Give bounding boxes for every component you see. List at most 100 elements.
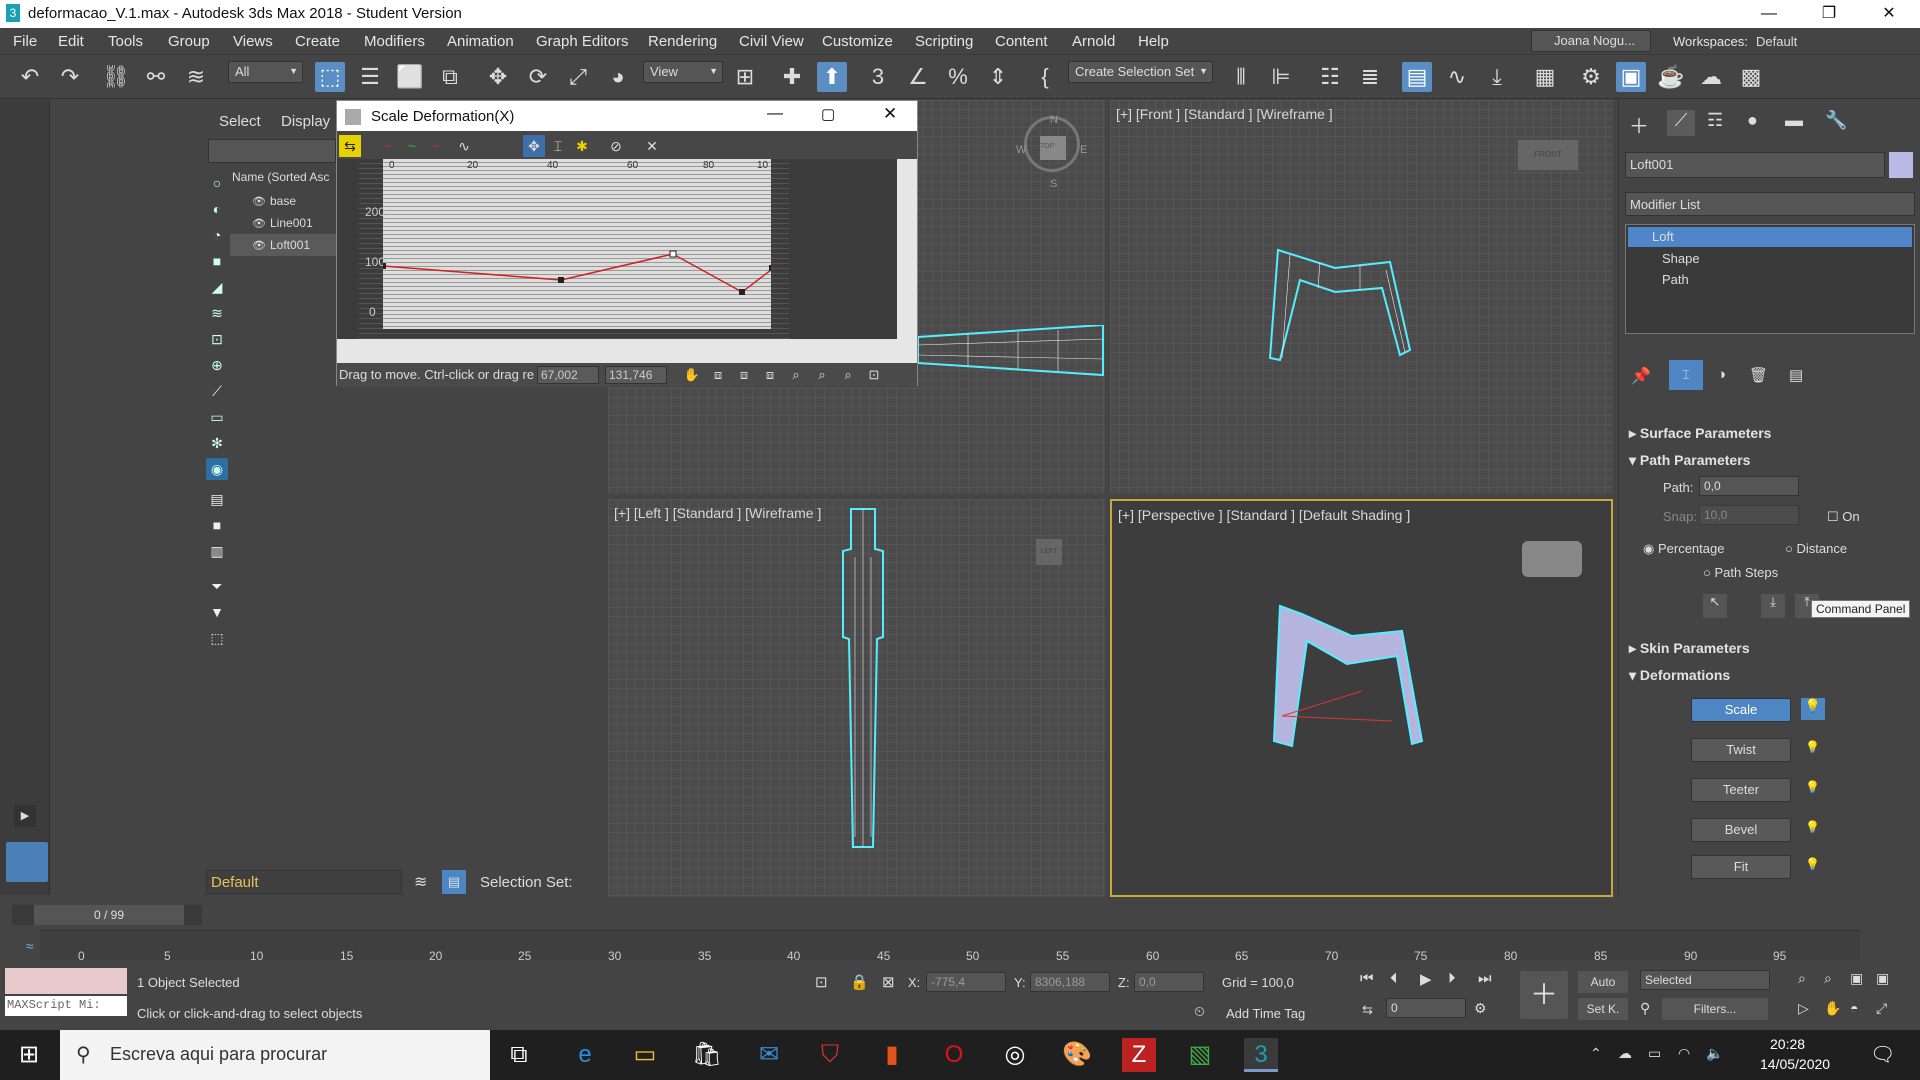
view-cube-front[interactable]: FRONT [1518, 140, 1578, 170]
time-tag-icon[interactable]: ⏲ [1194, 1003, 1205, 1020]
maxscript-mini-listener[interactable]: MAXScript Mi: [5, 996, 127, 1016]
x-coordinate-field[interactable]: -775,4 [926, 972, 1006, 992]
go-to-start-icon[interactable]: ⏮ [1360, 970, 1374, 987]
surface-parameters-rollout[interactable]: ▸ Surface Parameters [1629, 425, 1771, 442]
image-viewer-icon[interactable]: ▧ [1183, 1038, 1217, 1072]
menu-rendering[interactable]: Rendering [648, 33, 717, 50]
display-xy-axes-icon[interactable]: ~ [425, 135, 447, 157]
menu-file[interactable]: File [13, 33, 37, 50]
bevel-deform-button[interactable]: Bevel [1691, 818, 1791, 842]
key-mode-icon[interactable]: ⇆ [1362, 1002, 1373, 1018]
path-steps-radio[interactable]: ○ Path Steps [1703, 565, 1778, 580]
display-none-icon[interactable]: ○ [206, 172, 228, 194]
chrome-icon[interactable]: ◎ [998, 1038, 1032, 1072]
motion-tab-icon[interactable]: ● [1747, 110, 1758, 131]
next-frame-icon[interactable]: ⏵ [1448, 970, 1456, 987]
frame-counter[interactable]: 0 / 99 [34, 905, 184, 925]
keyboard-shortcut-override-icon[interactable]: ⬆ [817, 62, 847, 92]
display-xrefs-icon[interactable]: ✻ [206, 432, 228, 454]
zoom-all-icon[interactable]: ⌕ [1824, 970, 1832, 987]
modify-tab-icon[interactable]: ⟋ [1667, 110, 1695, 136]
skin-parameters-rollout[interactable]: ▸ Skin Parameters [1629, 640, 1750, 657]
dialog-maximize-button[interactable]: ▢ [821, 105, 835, 123]
menu-arnold[interactable]: Arnold [1072, 33, 1115, 50]
tray-volume-icon[interactable]: 🔈 [1706, 1045, 1723, 1062]
funnel-icon[interactable]: ⏷ [206, 575, 228, 597]
spinner-snap-icon[interactable]: ⇕ [983, 62, 1013, 92]
task-view-icon[interactable]: ⧉ [502, 1038, 536, 1072]
unlink-icon[interactable]: ⚯ [141, 62, 171, 92]
opera-icon[interactable]: O [937, 1038, 971, 1072]
visibility-eye-icon[interactable]: 👁 [252, 239, 266, 252]
select-object-icon[interactable]: ⬚ [315, 62, 345, 92]
tray-battery-icon[interactable]: ▭ [1648, 1045, 1661, 1062]
tree-item-line001[interactable]: Line001 [230, 212, 340, 234]
teeter-toggle-bulb-icon[interactable]: 💡 [1805, 780, 1820, 794]
viewport-perspective-label[interactable]: [+] [Perspective ] [Standard ] [Default … [1118, 507, 1410, 523]
loft-left-wireframe[interactable] [833, 507, 893, 857]
edit-named-selection-icon[interactable]: { [1030, 62, 1060, 92]
show-end-result-icon[interactable]: ⌶ [1669, 360, 1703, 390]
control-point[interactable] [769, 265, 771, 271]
display-bones-icon[interactable]: ⟋ [206, 380, 228, 402]
select-by-name-icon[interactable]: ☰ [355, 62, 385, 92]
clock-date[interactable]: 14/05/2020 [1760, 1056, 1830, 1072]
maximize-viewport-icon[interactable]: ⤢ [1876, 1000, 1887, 1017]
display-geometry-icon[interactable]: ◐ [206, 198, 228, 220]
viewport-front-label[interactable]: [+] [Front ] [Standard ] [Wireframe ] [1116, 106, 1333, 122]
place-icon[interactable]: ◕ [603, 62, 633, 92]
swap-curves-icon[interactable]: ∿ [453, 135, 475, 157]
twist-toggle-bulb-icon[interactable]: 💡 [1805, 740, 1820, 754]
fit-deform-button[interactable]: Fit [1691, 855, 1791, 879]
tree-item-loft001[interactable]: Loft001 [230, 234, 340, 256]
menu-civil-view[interactable]: Civil View [739, 33, 804, 50]
viewport-left[interactable]: [+] [Left ] [Standard ] [Wireframe ] LEF… [608, 499, 1105, 897]
path-parameters-rollout[interactable]: ▾ Path Parameters [1629, 452, 1750, 469]
display-all-icon[interactable]: ◉ [206, 458, 228, 480]
menu-content[interactable]: Content [995, 33, 1048, 50]
play-icon[interactable]: ▶ [1420, 970, 1432, 988]
pick-shape-icon[interactable]: ↖ [1703, 594, 1727, 618]
scene-tab-select[interactable]: Select [219, 113, 261, 130]
layer-explorer-icon[interactable]: ≣ [1355, 62, 1385, 92]
set-key-icon[interactable]: ＋ [1520, 971, 1568, 1019]
track-bar[interactable]: 0 5 10 15 20 25 30 35 40 45 50 55 60 65 … [40, 930, 1860, 963]
scale-control-point-icon[interactable]: ⌶ [547, 135, 569, 157]
rendered-frame-window-icon[interactable]: ▣ [1616, 62, 1646, 92]
mini-curve-editor-icon[interactable]: ≈ [26, 938, 34, 954]
deformation-curve[interactable] [383, 159, 771, 329]
curve-editor-icon[interactable]: ∿ [1442, 62, 1472, 92]
stack-item-shape[interactable]: Shape [1662, 251, 1700, 266]
current-frame-field[interactable]: 0 [1386, 998, 1466, 1018]
graph-vertical-scrollbar[interactable] [897, 159, 917, 339]
time-slider[interactable]: 0 / 99 [12, 905, 202, 925]
expand-arrow-icon[interactable]: ▶ [14, 805, 36, 827]
viewport-perspective[interactable]: [+] [Perspective ] [Standard ] [Default … [1110, 499, 1613, 897]
z-coordinate-field[interactable]: 0,0 [1134, 972, 1204, 992]
zoom-viewport-icon[interactable]: ⌕ [1798, 970, 1806, 987]
office-icon[interactable]: ▮ [875, 1038, 909, 1072]
redo-icon[interactable]: ↷ [55, 62, 85, 92]
auto-key-button[interactable]: Auto [1578, 971, 1628, 993]
display-shapes-icon[interactable]: ◔ [206, 224, 228, 246]
undo-icon[interactable]: ↶ [15, 62, 45, 92]
menu-scripting[interactable]: Scripting [915, 33, 973, 50]
file-explorer-icon[interactable]: ▭ [628, 1038, 662, 1072]
selection-icon[interactable]: ⬚ [206, 627, 228, 649]
store-icon[interactable]: 🛍 [690, 1038, 724, 1072]
key-filters-icon[interactable]: ⚲ [1640, 1000, 1650, 1017]
view-cube-perspective[interactable] [1522, 541, 1582, 577]
menu-customize[interactable]: Customize [822, 33, 893, 50]
stack-item-loft[interactable]: Loft [1628, 227, 1912, 247]
maxscript-listener-pink[interactable] [5, 968, 127, 994]
deformation-graph[interactable]: 200 100 0 0 20 40 60 80 10 [337, 159, 917, 339]
visibility-eye-icon[interactable]: 👁 [252, 217, 266, 230]
insert-corner-point-icon[interactable]: ✱ [571, 135, 593, 157]
stack-item-path[interactable]: Path [1662, 272, 1689, 287]
go-to-end-icon[interactable]: ⏭ [1478, 970, 1492, 987]
align-icon[interactable]: ⊫ [1266, 62, 1296, 92]
schematic-view-icon[interactable]: ⤓ [1482, 62, 1512, 92]
view-cube-top[interactable]: TOP [1040, 136, 1066, 160]
selected-key-dropdown[interactable]: Selected [1640, 970, 1770, 990]
none-filter-icon[interactable]: ■ [206, 514, 228, 536]
